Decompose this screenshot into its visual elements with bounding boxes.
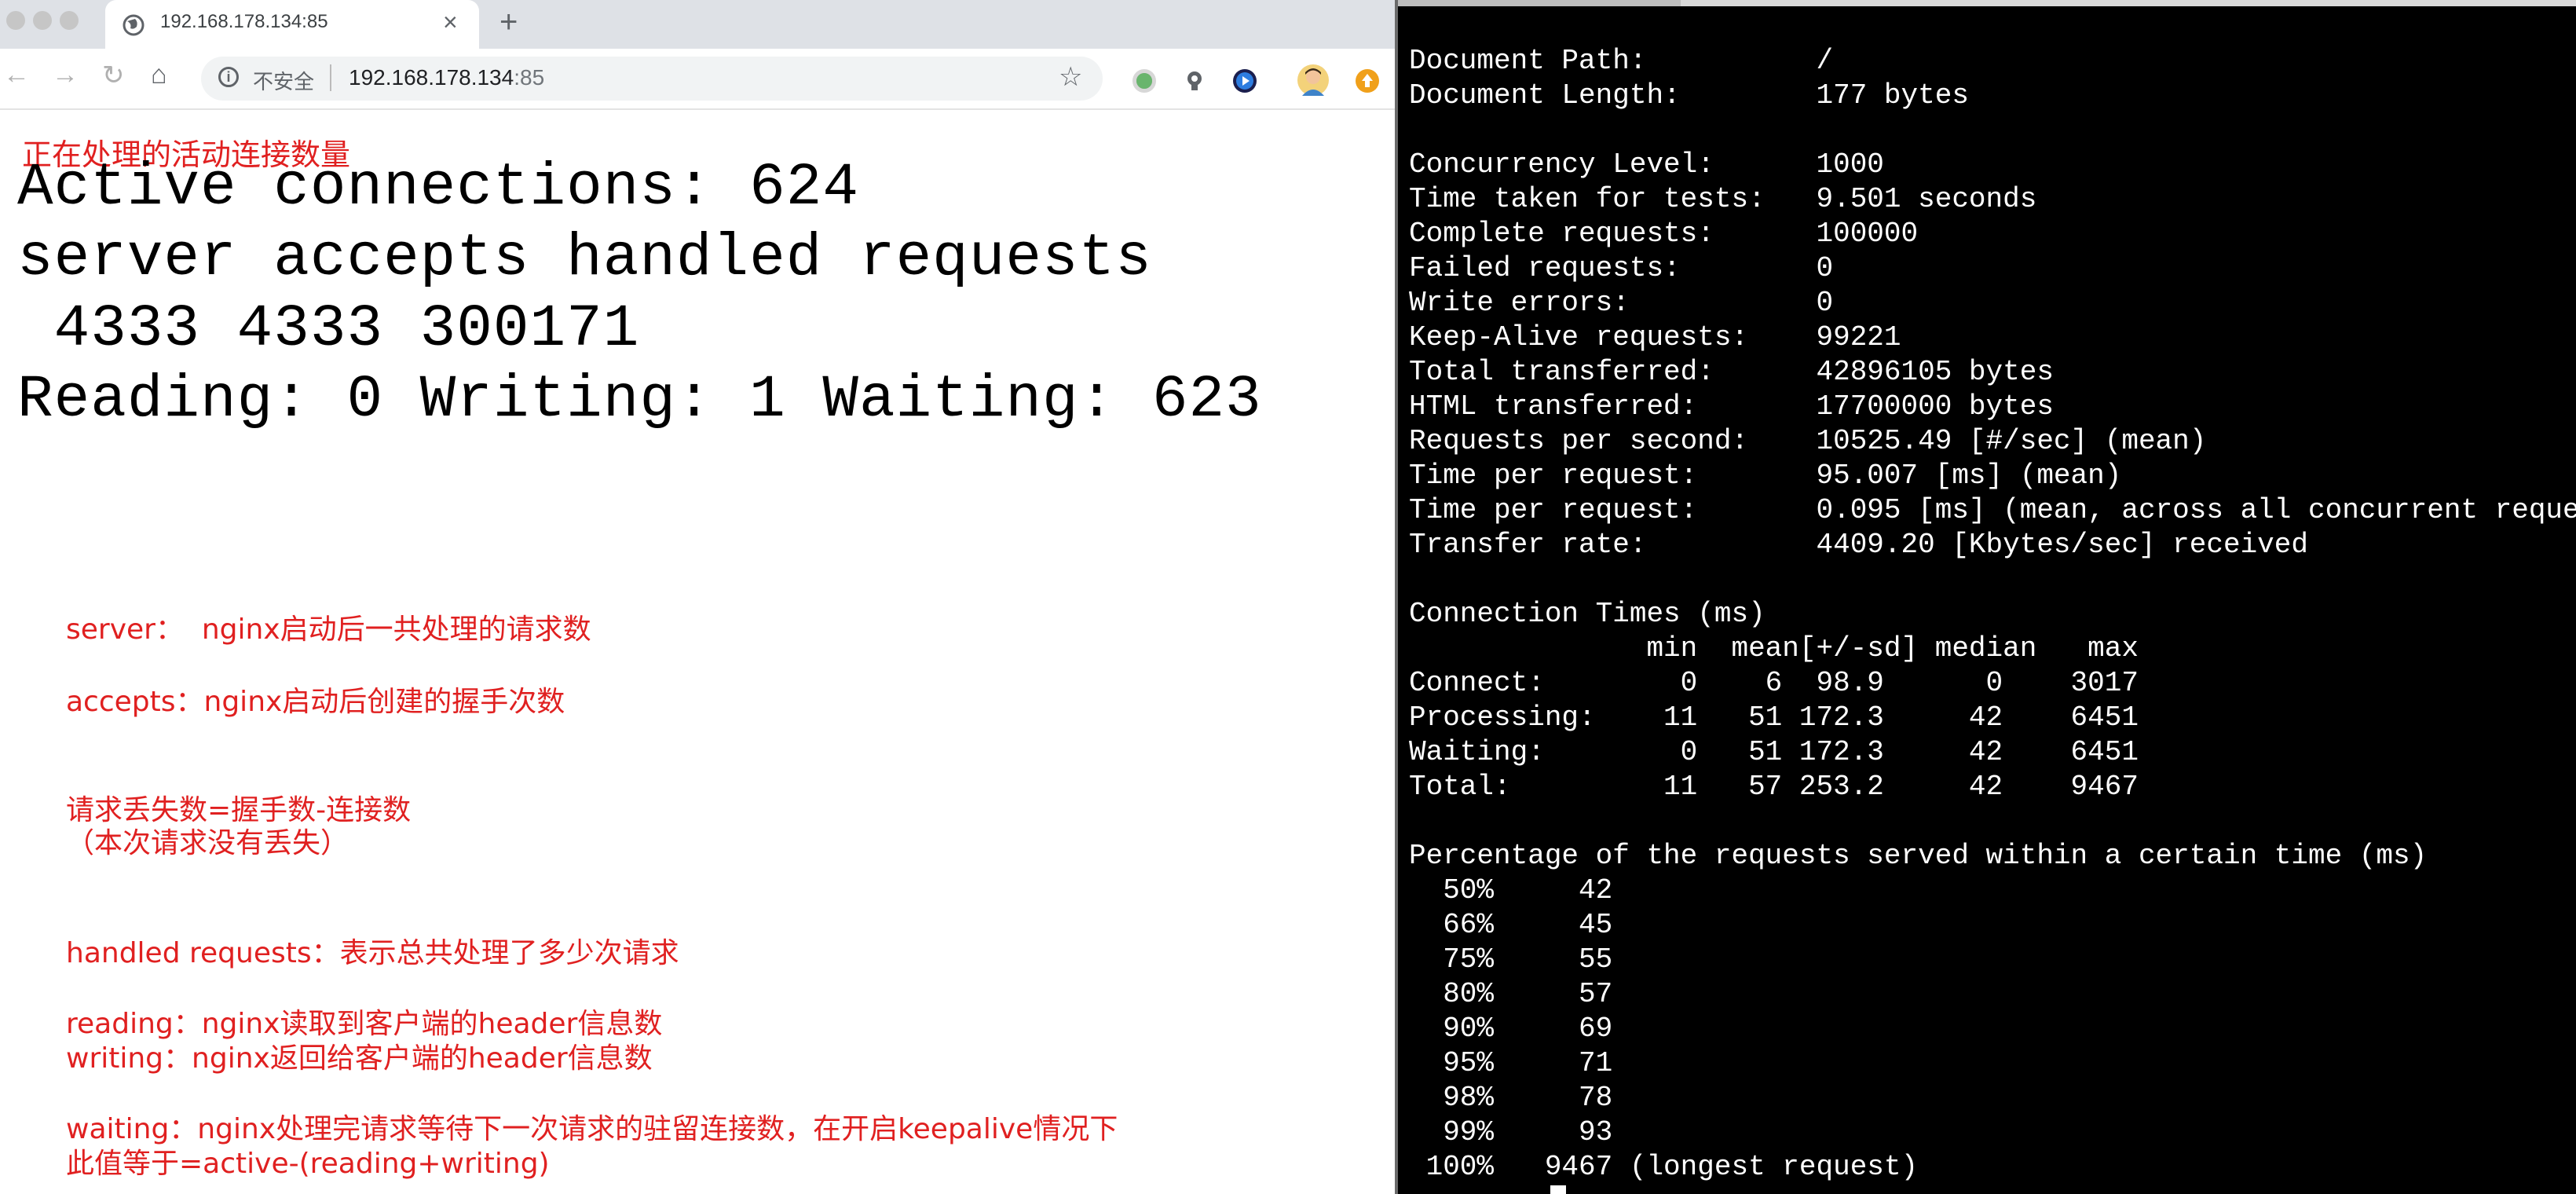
ext-orange-icon[interactable] [1356,69,1379,93]
tab-title: 192.168.178.134:85 [160,11,328,32]
terminal-line: 98% 78 [1409,1082,1613,1114]
terminal-line: Complete requests: 100000 [1409,218,1919,250]
tab-bar: 192.168.178.134:85 × + [0,0,1398,49]
terminal-line: Percentage of the requests served within… [1409,840,2428,872]
terminal-line: 90% 69 [1409,1013,1613,1045]
terminal-line: Total: 11 57 253.2 42 9467 [1409,771,2139,803]
note-waiting-formula: 此值等于=active-(reading+writing) [66,1148,550,1180]
terminal-line: Time taken for tests: 9.501 seconds [1409,183,2037,215]
browser-window: 192.168.178.134:85 × + ← → ↻ ⌂ i 不安全 192… [0,0,1398,1194]
window-close-dot[interactable] [6,11,25,30]
terminal-window[interactable]: Document Path: / Document Length: 177 byt… [1398,0,2576,1194]
status-line-header: server accepts handled requests [17,225,1152,292]
window-zoom-dot[interactable] [60,11,79,30]
url-port: :85 [514,65,545,90]
terminal-line: 99% 93 [1409,1116,1613,1148]
terminal-line: HTML transferred: 17700000 bytes [1409,390,2054,423]
cursor-block [1550,1185,1566,1194]
ext-play-icon[interactable] [1233,69,1257,93]
terminal-line: 95% 71 [1409,1047,1613,1079]
avatar-icon[interactable] [1297,64,1329,96]
terminal-line: 100% 9467 (longest request) [1409,1151,1919,1183]
tab-close-icon[interactable]: × [443,8,458,37]
note-server: server： nginx启动后一共处理的请求数 [66,613,591,646]
terminal-line: Document Length: 177 bytes [1409,79,1969,112]
globe-icon [123,14,145,36]
terminal-line: Total transferred: 42896105 bytes [1409,356,2054,388]
status-line-rww: Reading: 0 Writing: 1 Waiting: 623 [17,366,1262,434]
note-accepts: accepts：nginx启动后创建的握手次数 [66,686,565,718]
window-minimize-dot[interactable] [33,11,52,30]
terminal-line: 75% 55 [1409,943,1613,976]
url-text: 192.168.178.134:85 [349,65,544,90]
note-handled: handled requests：表示总共处理了多少次请求 [66,937,679,969]
url-host: 192.168.178.134 [349,65,514,90]
note-lost-detail: （本次请求没有丢失） [66,827,349,859]
terminal-tab[interactable] [1398,0,1681,6]
terminal-line: Requests per second: 10525.49 [#/sec] (m… [1409,425,2207,457]
browser-tab[interactable]: 192.168.178.134:85 × [105,0,479,49]
ext-bulb-icon[interactable] [1183,69,1206,93]
terminal-line: 66% 45 [1409,909,1613,941]
terminal-line: 80% 57 [1409,978,1613,1010]
terminal-cursor [1550,1185,1566,1194]
terminal-line: min mean[+/-sd] median max [1409,632,2139,665]
back-button[interactable]: ← [3,60,30,90]
terminal-line: Connection Times (ms) [1409,598,1766,630]
new-tab-button[interactable]: + [499,5,518,40]
reload-button[interactable]: ↻ [102,60,125,91]
terminal-line: Time per request: 95.007 [ms] (mean) [1409,460,2122,492]
bookmark-star-icon[interactable]: ☆ [1059,61,1082,93]
terminal-line: Connect: 0 6 98.9 0 3017 [1409,667,2139,699]
security-label: 不安全 [253,70,315,93]
status-line-active: Active connections: 624 [17,154,859,222]
status-line-counts: 4333 4333 300171 [17,295,640,363]
browser-toolbar: ← → ↻ ⌂ i 不安全 192.168.178.134:85 ☆ [0,49,1398,110]
terminal-line: Failed requests: 0 [1409,252,1834,284]
note-writing: writing：nginx返回给客户端的header信息数 [66,1042,653,1075]
terminal-line: Waiting: 0 51 172.3 42 6451 [1409,736,2139,768]
terminal-line: Time per request: 0.095 [ms] (mean, acro… [1409,494,2576,526]
forward-button[interactable]: → [52,60,79,90]
terminal-line: Keep-Alive requests: 99221 [1409,321,1901,353]
terminal-line: 50% 42 [1409,874,1613,906]
terminal-line: Write errors: 0 [1409,287,1834,319]
ext-green-icon[interactable] [1132,69,1156,93]
info-icon[interactable]: i [218,67,239,87]
terminal-line: Concurrency Level: 1000 [1409,148,1884,181]
terminal-line: Transfer rate: 4409.20 [Kbytes/sec] rece… [1409,529,2308,561]
terminal-line: Document Path: / [1409,45,1834,77]
terminal-tab-strip [1398,0,2576,6]
terminal-line: Processing: 11 51 172.3 42 6451 [1409,701,2139,734]
address-bar[interactable]: i 不安全 192.168.178.134:85 ☆ [201,57,1103,101]
page-content: 正在处理的活动连接数量 Active connections: 624 serv… [0,110,1398,1194]
address-separator [330,64,331,91]
home-button[interactable]: ⌂ [151,60,167,90]
